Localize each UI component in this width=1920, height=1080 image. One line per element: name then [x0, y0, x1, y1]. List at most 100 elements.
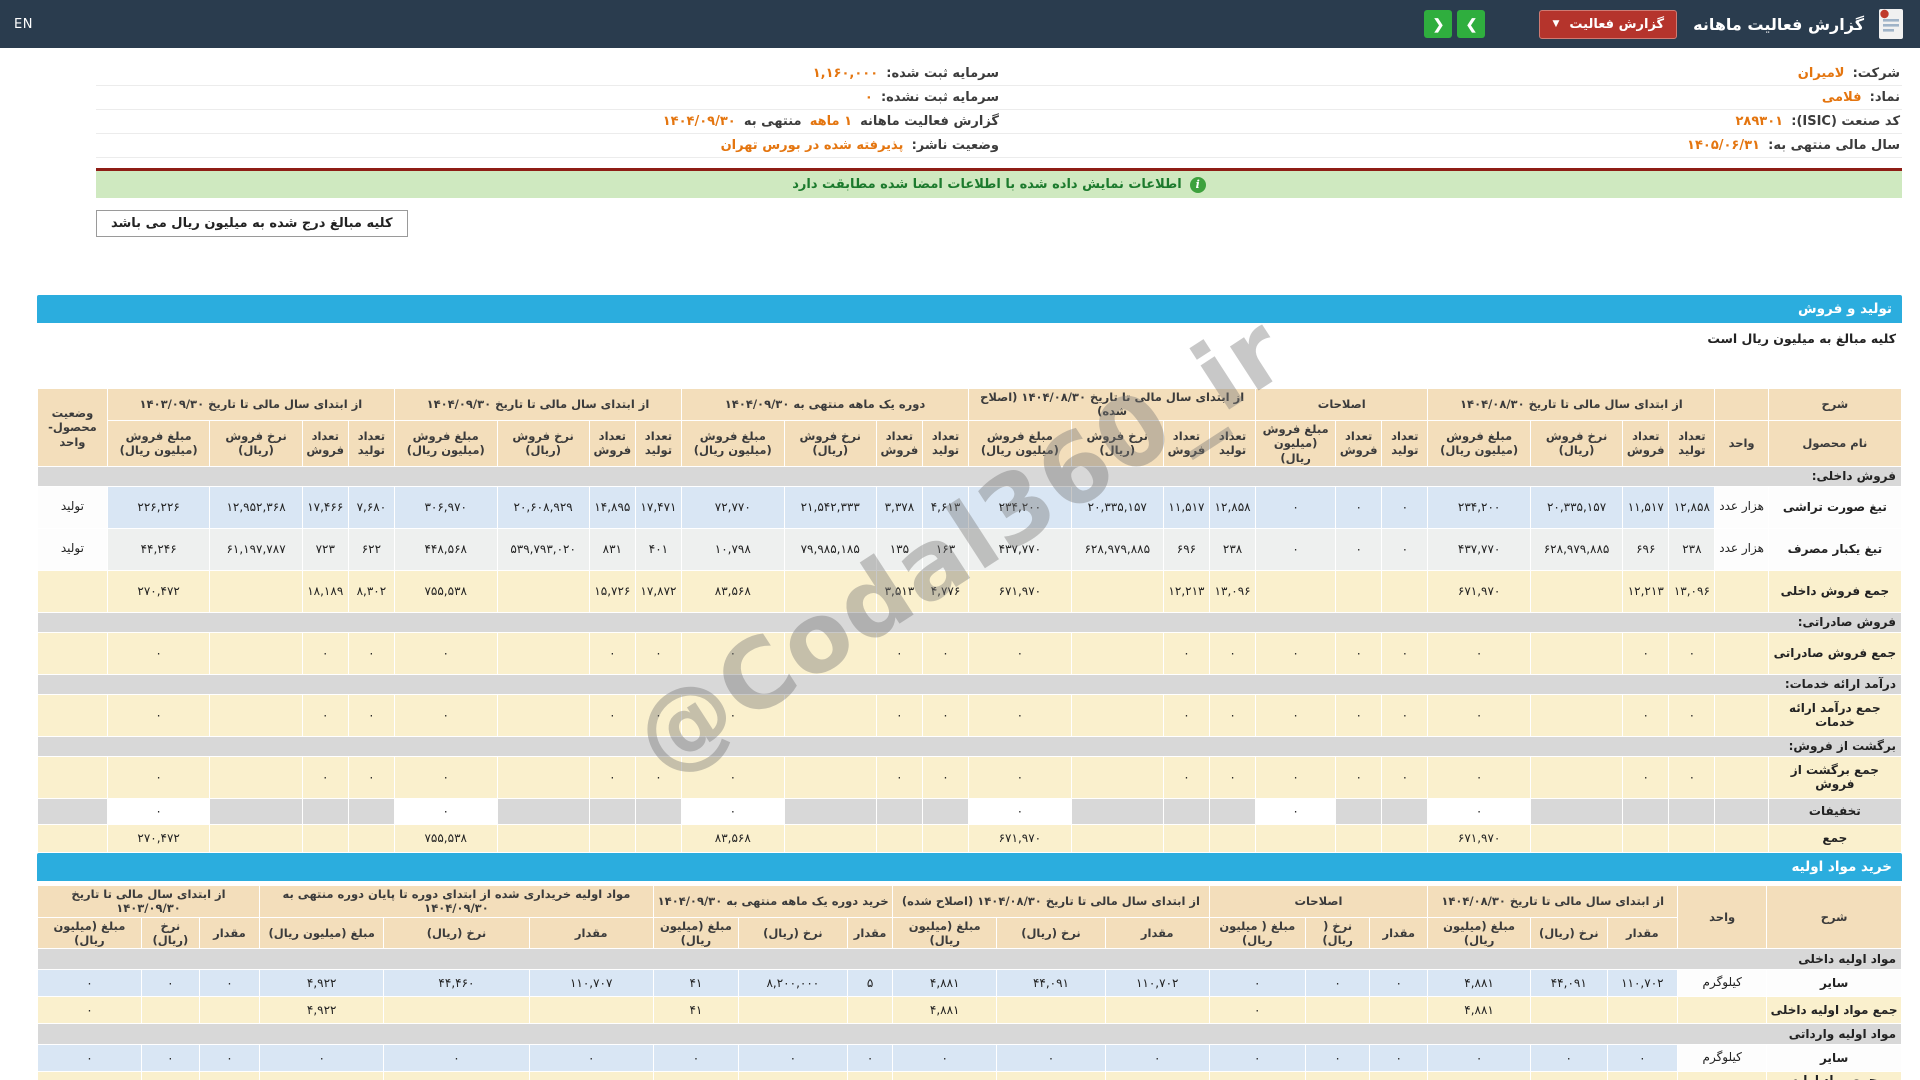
value-cell: ۴,۷۷۶ — [921, 569, 970, 613]
value-cell — [588, 797, 636, 825]
value-cell: ۲۳۸ — [1668, 527, 1716, 571]
value-cell — [301, 797, 349, 825]
value-cell: ۵۳۹,۷۹۳,۰۲۰ — [496, 527, 590, 571]
caret-down-icon: ▼ — [1552, 18, 1560, 29]
value-cell — [1070, 569, 1164, 613]
column-header: مبلغ فروش (میلیون ریال) — [393, 419, 498, 467]
column-header: تعداد فروش — [1162, 419, 1211, 467]
value-cell: ۰ — [1209, 755, 1257, 799]
value-cell: ۰ — [1335, 631, 1383, 675]
value-cell: ۰ — [1668, 755, 1716, 799]
nav-forward-button[interactable]: ❯ — [1457, 10, 1486, 38]
value-cell: ۰ — [347, 631, 395, 675]
value-cell — [1335, 823, 1383, 853]
status-cell — [37, 755, 108, 799]
value-cell — [783, 755, 877, 799]
table-row: مواد اولیه داخلی — [37, 948, 1902, 971]
column-header: از ابتدای سال مالی تا تاریخ ۱۴۰۳/۰۹/۳۰ — [106, 388, 395, 421]
value-cell — [1622, 823, 1670, 853]
value-cell: ۱۱۰,۷۰۲ — [1104, 969, 1210, 998]
value-cell: ۰ — [1209, 693, 1257, 737]
value-cell — [496, 823, 590, 853]
value-cell — [1070, 631, 1164, 675]
value-cell: ۴۰۱ — [634, 527, 683, 571]
value-cell: ۰ — [892, 1071, 998, 1080]
report-nav-buttons: ❯ ❮ — [1424, 10, 1486, 38]
value-cell: ۰ — [37, 996, 142, 1025]
value-cell — [1622, 797, 1670, 825]
value-cell: ۰ — [1255, 797, 1337, 825]
value-cell: ۰ — [968, 693, 1072, 737]
value-cell: ۲۱,۵۴۲,۳۳۳ — [783, 485, 877, 529]
value-cell: ۰ — [921, 693, 970, 737]
row-label: تیغ یکبار مصرف — [1767, 527, 1903, 571]
table-row: جمع مواد اولیه وارداتی ۰ ۰ ۰ ۰ ۰ ۰ — [37, 1071, 1902, 1080]
column-header: تعداد تولید — [634, 419, 683, 467]
value-cell — [1606, 1071, 1679, 1080]
value-cell: ۰ — [1369, 969, 1429, 998]
value-cell: ۴,۸۸۱ — [892, 996, 998, 1025]
value-cell: ۰ — [37, 969, 142, 998]
value-cell — [347, 823, 395, 853]
ticker-field: نماد: فلامی — [1821, 90, 1900, 105]
value-cell: ۰ — [198, 969, 261, 998]
value-cell: ۰ — [1606, 1044, 1679, 1073]
raw-materials-table: شرح واحد از ابتدای سال مالی تا تاریخ ۱۴۰۴/… — [37, 884, 1902, 1080]
value-cell — [1606, 996, 1679, 1025]
value-cell: ۰ — [106, 797, 211, 825]
value-cell: ۰ — [198, 1044, 261, 1073]
table-row: جمع مواد اولیه داخلی ۴,۸۸۱ ۰ ۴,۸۸۱ ۴۱ ۴,۹۲۲ ۰ — [37, 996, 1902, 1025]
value-cell: ۱۰,۷۹۸ — [681, 527, 785, 571]
column-header: اصلاحات — [1255, 388, 1429, 421]
value-cell: ۱۸,۱۸۹ — [301, 569, 349, 613]
value-cell — [1255, 569, 1337, 613]
value-cell: ۰ — [1668, 631, 1716, 675]
value-cell: ۰ — [634, 693, 683, 737]
row-label: جمع — [1767, 823, 1903, 853]
company-name-value: لامیران — [1797, 66, 1845, 81]
unit-cell — [1677, 1071, 1768, 1080]
value-cell: ۰ — [875, 755, 923, 799]
value-cell: ۶۷۱,۹۷۰ — [968, 823, 1072, 853]
value-cell: ۰ — [968, 631, 1072, 675]
value-cell — [783, 569, 877, 613]
value-cell — [347, 797, 395, 825]
value-cell — [1529, 693, 1624, 737]
value-cell: ۰ — [1427, 1071, 1531, 1080]
value-cell: ۰ — [383, 1044, 530, 1073]
table-row: درآمد ارائه خدمات: — [37, 673, 1902, 695]
report-type-button[interactable]: گزارش فعالیت ▼ — [1539, 9, 1678, 39]
value-cell: ۰ — [1381, 485, 1429, 529]
value-cell: ۰ — [1622, 755, 1670, 799]
amounts-note-box: کلیه مبالغ درج شده به میلیون ریال می باش… — [96, 210, 408, 237]
value-cell — [383, 996, 530, 1025]
value-cell — [528, 996, 654, 1025]
value-cell: ۰ — [1162, 755, 1211, 799]
value-cell: ۰ — [106, 755, 211, 799]
value-cell: ۱۲,۲۱۳ — [1162, 569, 1211, 613]
column-header: مبلغ فروش (میلیون ریال) — [681, 419, 785, 467]
column-header: تعداد فروش — [1622, 419, 1670, 467]
language-en-link[interactable]: EN — [14, 17, 33, 32]
value-cell: ۱۲,۲۱۳ — [1622, 569, 1670, 613]
unit-cell — [1714, 631, 1769, 675]
value-cell: ۲۲۶,۲۲۶ — [106, 485, 211, 529]
value-cell — [875, 823, 923, 853]
column-header: تعداد تولید — [1668, 419, 1716, 467]
nav-back-button[interactable]: ❮ — [1424, 10, 1453, 38]
value-cell: ۰ — [393, 693, 498, 737]
column-header: تعداد تولید — [1381, 419, 1429, 467]
report-type-label: گزارش فعالیت — [1569, 16, 1665, 32]
value-cell: ۱۷,۴۷۱ — [634, 485, 683, 529]
column-header: نرخ (ریال) — [737, 916, 848, 950]
column-header: تعداد تولید — [347, 419, 395, 467]
column-header: نرخ فروش (ریال) — [496, 419, 590, 467]
value-cell — [1529, 569, 1624, 613]
unit-cell — [1714, 693, 1769, 737]
row-label: جمع فروش داخلی — [1767, 569, 1903, 613]
value-cell — [209, 797, 303, 825]
value-cell — [1104, 1071, 1210, 1080]
production-sales-section: تولید و فروش کلیه مبالغ به میلیون ریال ا… — [37, 295, 1903, 853]
value-cell: ۴۴,۴۶۰ — [383, 969, 530, 998]
value-cell: ۱۲,۸۵۸ — [1668, 485, 1716, 529]
